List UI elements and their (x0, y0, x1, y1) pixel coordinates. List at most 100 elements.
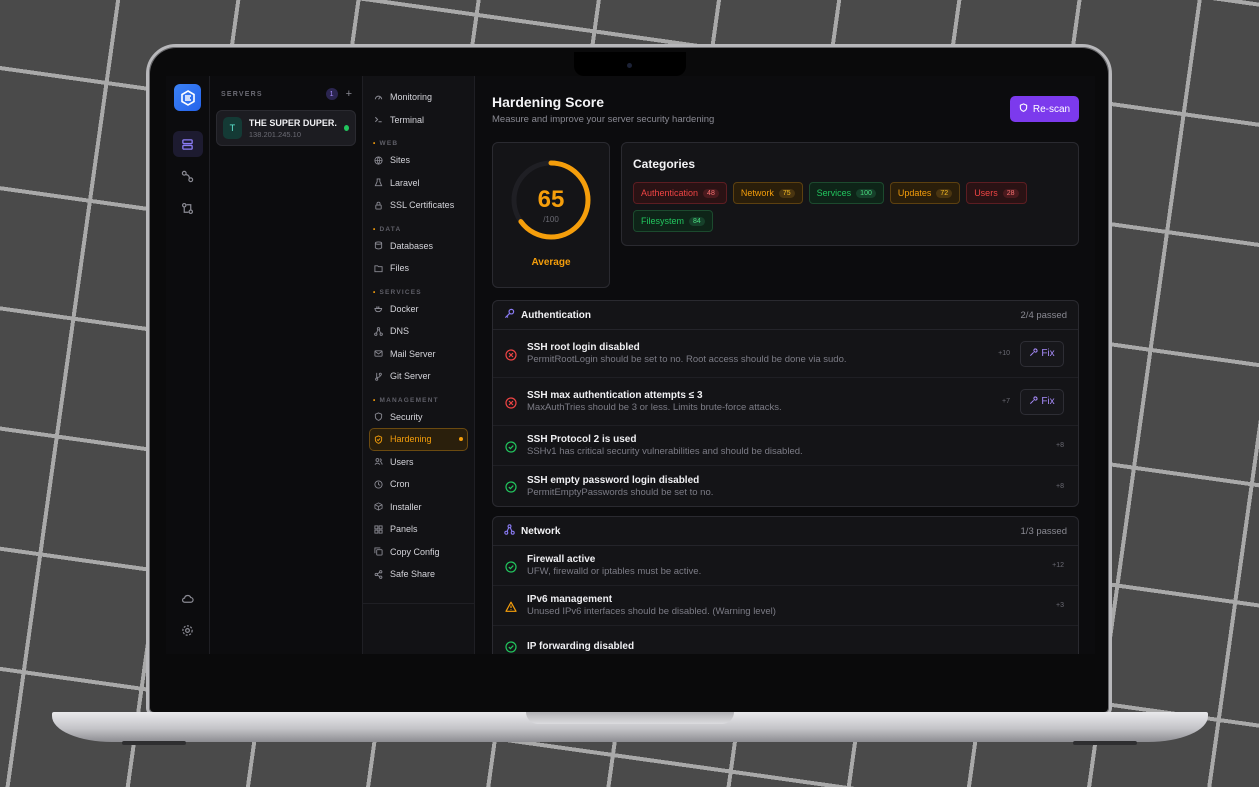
nav-item-files[interactable]: Files (369, 257, 468, 280)
section-passed-count: 2/4 passed (1020, 309, 1067, 321)
category-score: 84 (689, 216, 705, 226)
nav-item-sites[interactable]: Sites (369, 149, 468, 172)
check-body: Firewall active UFW, firewalld or iptable… (527, 554, 1044, 577)
database-icon (374, 241, 383, 250)
nav-item-security[interactable]: Security (369, 406, 468, 429)
category-chips: Authentication 48 Network 75 Services 100 Upda… (633, 182, 1043, 232)
gear-icon[interactable] (181, 624, 194, 642)
category-name: Users (974, 188, 998, 198)
section-authentication: Authentication 2/4 passed SSH root login d… (492, 300, 1079, 507)
servers-icon[interactable] (172, 131, 203, 157)
category-chip-authentication[interactable]: Authentication 48 (633, 182, 727, 204)
check-points: +8 (1056, 442, 1064, 449)
nav-item-label: Panels (390, 524, 418, 535)
check-points: +12 (1052, 562, 1064, 569)
check-row: SSH Protocol 2 is used SSHv1 has critical… (493, 426, 1078, 466)
copy-icon (374, 547, 383, 556)
fix-label: Fix (1041, 396, 1055, 407)
category-chip-services[interactable]: Services 100 (808, 182, 884, 204)
nav-section-services: • SERVICES (373, 288, 422, 296)
nav-item-terminal[interactable]: Terminal (369, 109, 468, 132)
score-card: 65 /100 Average (492, 142, 610, 288)
nav-item-cron[interactable]: Cron (369, 473, 468, 496)
nav-item-ssl-certificates[interactable]: SSL Certificates (369, 194, 468, 217)
laptop-foot (1073, 741, 1137, 745)
check-points: +3 (1056, 602, 1064, 609)
fix-label: Fix (1041, 348, 1055, 359)
category-chip-filesystem[interactable]: Filesystem 84 (633, 210, 713, 232)
check-row: SSH max authentication attempts ≤ 3 MaxAu… (493, 378, 1078, 426)
git-compare-icon[interactable] (173, 195, 203, 221)
nav-item-panels[interactable]: Panels (369, 518, 468, 541)
category-score: 72 (936, 188, 953, 198)
nav-item-label: Sites (390, 155, 411, 166)
check-points: +7 (1002, 398, 1010, 405)
category-score: 48 (703, 188, 719, 198)
rescan-button[interactable]: Re-scan (1010, 96, 1079, 122)
nav-item-docker[interactable]: Docker (369, 298, 468, 321)
cloud-icon[interactable] (181, 592, 194, 610)
check-body: SSH root login disabled PermitRootLogin s… (527, 342, 990, 365)
check-circle-icon (505, 560, 517, 573)
route-icon[interactable] (173, 163, 203, 189)
flask-icon (374, 178, 383, 187)
category-chip-network[interactable]: Network 75 (732, 182, 803, 204)
nav-item-copy-config[interactable]: Copy Config (369, 541, 468, 564)
add-server-button[interactable]: + (346, 88, 352, 100)
git-icon (374, 372, 383, 381)
grid-icon (374, 525, 383, 534)
shield-check-icon (374, 435, 383, 444)
nav-item-laravel[interactable]: Laravel (369, 172, 468, 195)
nav-item-label: Databases (390, 240, 434, 251)
users-icon (374, 457, 383, 466)
nav-item-label: Git Server (390, 371, 431, 382)
check-title: SSH root login disabled (527, 342, 640, 353)
nav-section-label: WEB (379, 140, 399, 147)
server-card[interactable]: T THE SUPER DUPER... 138.201.245.10 (216, 110, 356, 146)
category-score: 75 (778, 188, 795, 198)
check-description: Unused IPv6 interfaces should be disable… (527, 606, 776, 617)
rescan-label: Re-scan (1032, 103, 1071, 115)
check-row: IPv6 management Unused IPv6 interfaces sh… (493, 586, 1078, 626)
check-title: Firewall active (527, 554, 596, 565)
nav-item-databases[interactable]: Databases (369, 235, 468, 258)
category-chip-users[interactable]: Users 28 (966, 182, 1027, 204)
server-count-badge: 1 (325, 88, 338, 100)
cube-logo-icon[interactable] (174, 84, 201, 111)
nav-item-users[interactable]: Users (369, 451, 468, 474)
laptop-foot (122, 741, 186, 745)
nav-item-monitoring[interactable]: Monitoring (369, 86, 468, 109)
page-subtitle: Measure and improve your server security… (492, 114, 715, 125)
nav-item-label: SSL Certificates (390, 200, 455, 211)
category-score: 100 (856, 188, 876, 198)
check-body: IP forwarding disabled (527, 641, 1064, 652)
share-icon (374, 569, 383, 579)
nav-item-installer[interactable]: Installer (369, 496, 468, 519)
category-name: Network (740, 188, 774, 198)
nav-item-hardening[interactable]: Hardening (369, 428, 468, 451)
check-title: SSH empty password login disabled (527, 474, 700, 486)
x-circle-icon (505, 396, 517, 409)
fix-button[interactable]: Fix (1020, 340, 1064, 367)
app-window: SERVERS 1 + T THE SUPER DUPER... 138.201… (166, 76, 1095, 654)
score-max: /100 (543, 215, 559, 224)
category-chip-updates[interactable]: Updates 72 (889, 182, 961, 204)
nav-item-label: Docker (390, 303, 419, 314)
nav-item-label: Safe Share (390, 569, 436, 580)
nav-item-safe-share[interactable]: Safe Share (369, 563, 468, 586)
nav-item-mail-server[interactable]: Mail Server (369, 343, 468, 366)
category-name: Authentication (641, 188, 699, 198)
category-name: Filesystem (641, 216, 685, 226)
section-title: Authentication (504, 308, 591, 322)
check-row: IP forwarding disabled (493, 626, 1078, 654)
fix-button[interactable]: Fix (1020, 388, 1064, 415)
nav-item-git-server[interactable]: Git Server (369, 365, 468, 388)
laptop-base-notch (526, 712, 734, 724)
nav-item-label: Files (390, 263, 410, 274)
nav-item-dns[interactable]: DNS (369, 320, 468, 343)
package-icon (374, 502, 383, 511)
check-description: SSHv1 has critical security vulnerabilit… (527, 446, 803, 457)
camera-icon (627, 63, 632, 68)
check-body: SSH Protocol 2 is used SSHv1 has critical… (527, 434, 1048, 457)
warning-triangle-icon (505, 600, 517, 612)
